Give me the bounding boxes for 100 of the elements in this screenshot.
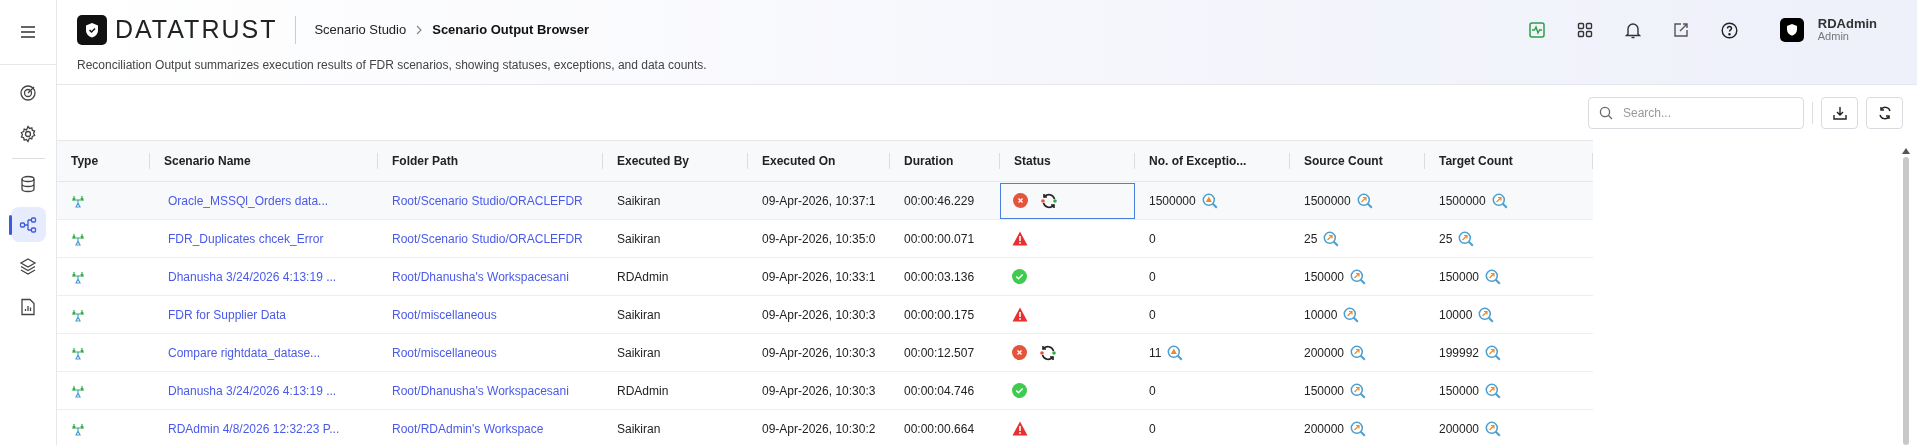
inspect-icon[interactable] [1485,382,1502,399]
inspect-icon[interactable] [1323,230,1340,247]
scale-icon [71,307,85,322]
table-cell-text: 0 [1149,382,1156,400]
active-indicator [8,215,12,235]
scale-icon [71,269,85,284]
scenario-link[interactable]: FDR_Duplicates chcek_Error [164,229,324,248]
table-cell-text: 00:00:12.507 [904,344,975,362]
table-cell-text: 0 [1149,230,1156,248]
column-header[interactable]: Target Count [1439,152,1513,170]
user-avatar-icon[interactable] [1779,18,1804,42]
inspect-icon[interactable] [1485,344,1502,361]
column-header[interactable]: Type [71,152,99,170]
table-cell-text: Saikiran [617,306,661,324]
table-cell-text: 09-Apr-2026, 10:33:1 [762,268,876,286]
table-cell-text: 200000 [1304,420,1345,438]
column-header[interactable]: No. of Exceptio... [1149,152,1247,170]
table-cell-text: 150000 [1304,382,1345,400]
table-cell-text: 09-Apr-2026, 10:35:0 [762,230,876,248]
user-role: Admin [1817,30,1850,43]
table-cell-text: RDAdmin [617,382,669,400]
column-header[interactable]: Status [1014,152,1051,170]
column-header[interactable]: Folder Path [392,152,458,170]
table-cell-text: 09-Apr-2026, 10:30:3 [762,382,876,400]
table-cell-text: Saikiran [617,420,661,438]
user-name: RDAdmin [1817,17,1877,30]
scale-icon [71,383,85,398]
help-icon[interactable] [1720,21,1738,39]
chevron-right-icon [416,25,423,35]
inspect-icon[interactable] [1350,344,1367,361]
table-cell-text: 200000 [1304,344,1345,362]
breadcrumb[interactable]: Scenario Studio [314,20,407,40]
breadcrumb: Scenario Output Browser [432,21,589,40]
sync-icon[interactable] [1040,191,1058,210]
table-cell-text: 0 [1149,420,1156,438]
activity-icon[interactable] [1528,22,1545,38]
inspect-icon[interactable] [1491,192,1508,209]
scenario-link[interactable]: Dhanusha 3/24/2026 4:13:19 ... [164,267,337,286]
folder-link[interactable]: Root/Dhanusha's Workspacesani [392,267,569,286]
scenario-link[interactable]: FDR for Supplier Data [164,305,287,324]
table-cell-text: 150000 [1439,268,1480,286]
search-field[interactable]: Search... [1588,96,1804,129]
table-cell-text: 199992 [1439,344,1480,362]
table-cell-text: 00:00:04.746 [904,382,975,400]
table-cell-text: 09-Apr-2026, 10:30:3 [762,306,876,324]
inspect-warning-icon[interactable] [1201,192,1218,209]
table-cell-text: 09-Apr-2026, 10:37:1 [762,192,876,210]
inspect-icon[interactable] [1350,268,1367,285]
external-link-icon[interactable] [1672,22,1689,38]
column-header[interactable]: Executed On [762,152,836,170]
folder-link[interactable]: Root/Scenario Studio/ORACLEFDR [392,191,583,210]
table-cell-text: Saikiran [617,192,661,210]
scale-icon [71,345,85,360]
table-cell-text: Saikiran [617,230,661,248]
scenario-link[interactable]: Compare rightdata_datase... [164,343,321,362]
column-header[interactable]: Executed By [617,152,690,170]
inspect-icon[interactable] [1343,306,1360,323]
grid-icon[interactable] [1576,22,1593,38]
menu-icon[interactable] [21,26,35,38]
inspect-icon[interactable] [1485,420,1502,437]
scenario-link[interactable]: Dhanusha 3/24/2026 4:13:19 ... [164,381,337,400]
inspect-icon[interactable] [1356,192,1373,209]
brand-logo: DATATRUST [115,14,278,46]
table-cell-text: 11 [1149,344,1162,362]
table-cell-text: 0 [1149,306,1156,324]
table-cell-text: 1500000 [1149,192,1196,210]
inspect-icon[interactable] [1485,268,1502,285]
scale-icon [71,421,85,436]
scale-icon [71,231,85,246]
folder-link[interactable]: Root/miscellaneous [392,305,497,324]
download-icon [1832,105,1847,120]
sidebar-item[interactable] [10,207,46,242]
folder-link[interactable]: Root/Scenario Studio/ORACLEFDR [392,229,583,248]
bell-icon[interactable] [1624,21,1641,39]
table-cell-text: Saikiran [617,344,661,362]
column-header[interactable]: Duration [904,152,954,170]
table-cell-text: 00:00:00.664 [904,420,975,438]
inspect-icon[interactable] [1458,230,1475,247]
inspect-icon[interactable] [1350,382,1367,399]
table-row[interactable]: Oracle_MSSQl_Orders data... Root/Scenario Studio/ORACLEFDR Saikiran 09-Apr-2026, 10:37:1 00:00:46.229 1500000 1500000 1500000 [57,182,1593,220]
scroll-up-icon[interactable] [1902,148,1910,154]
inspect-warning-icon[interactable] [1167,344,1184,361]
inspect-icon[interactable] [1478,306,1495,323]
table-cell-text: 0 [1149,268,1156,286]
table-cell-text: 00:00:00.071 [904,230,975,248]
scenario-link[interactable]: Oracle_MSSQl_Orders data... [164,191,329,210]
scenario-link[interactable]: RDAdmin 4/8/2026 12:32:23 P... [164,419,340,438]
folder-link[interactable]: Root/Dhanusha's Workspacesani [392,381,569,400]
folder-link[interactable]: Root/RDAdmin's Workspace [392,419,544,438]
table-cell-text: 10000 [1439,306,1473,324]
sync-icon[interactable] [1039,343,1057,362]
column-header[interactable]: Scenario Name [164,152,251,170]
table-cell-text: 150000 [1439,382,1480,400]
inspect-icon[interactable] [1350,420,1367,437]
table-cell-text: 00:00:03.136 [904,268,975,286]
folder-link[interactable]: Root/miscellaneous [392,343,497,362]
column-header[interactable]: Source Count [1304,152,1383,170]
refresh-button[interactable] [1866,96,1903,129]
download-button[interactable] [1821,96,1858,129]
table-cell-text: 09-Apr-2026, 10:30:3 [762,344,876,362]
